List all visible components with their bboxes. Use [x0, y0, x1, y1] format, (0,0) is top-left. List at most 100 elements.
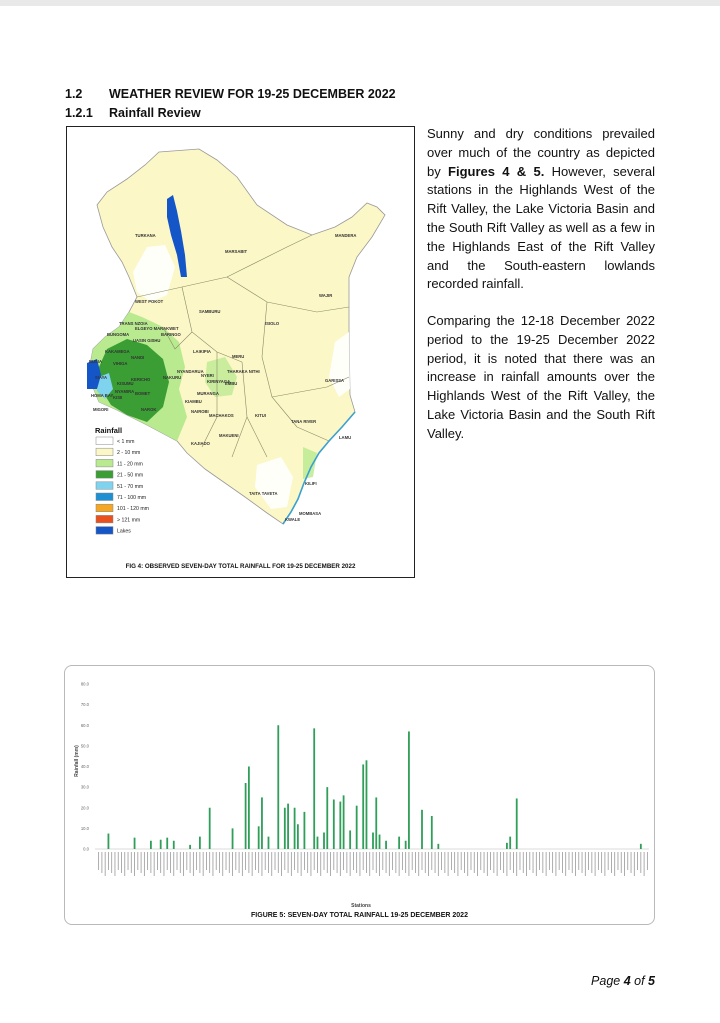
label-bungoma: BUNGOMA	[107, 332, 129, 337]
label-baringo: BARINGO	[161, 332, 182, 337]
station-label-mark	[516, 852, 518, 876]
station-label-mark	[114, 852, 116, 876]
rainfall-bar	[159, 839, 162, 849]
rainfall-bar	[430, 816, 433, 849]
station-label-mark	[248, 852, 250, 873]
label-tharaka-nithi: THARAKA NITHI	[227, 369, 260, 374]
station-label-mark	[539, 852, 540, 870]
station-label-mark	[372, 852, 374, 870]
label-makueni: MAKUENI	[219, 433, 239, 438]
rainfall-bar	[303, 811, 306, 849]
station-label-mark	[493, 852, 495, 873]
station-label-mark	[313, 852, 315, 870]
station-label-mark	[424, 852, 426, 873]
label-kajiado: KAJIADO	[191, 441, 211, 446]
station-label-mark	[382, 852, 384, 870]
rainfall-map-figure: TURKANA MANDERA MARSABIT WAJIR WEST POKO…	[66, 126, 415, 578]
rainfall-bar	[362, 764, 365, 849]
station-label-mark	[117, 852, 119, 870]
station-label-mark	[134, 852, 135, 876]
station-label-mark	[287, 852, 289, 873]
label-homa-bay: HOMA BAY	[91, 393, 113, 398]
station-label-mark	[108, 852, 109, 870]
station-label-mark	[196, 852, 198, 870]
label-laikipia: LAIKIPIA	[193, 349, 211, 354]
label-migori: MIGORI	[93, 407, 108, 412]
station-label-mark	[532, 852, 534, 873]
legend-swatch	[95, 515, 114, 524]
station-label-mark	[408, 852, 410, 876]
station-label-mark	[261, 852, 263, 876]
station-label-mark	[565, 852, 567, 876]
label-kericho: KERICHO	[131, 377, 151, 382]
rainfall-bar	[326, 787, 329, 849]
page-total: 5	[648, 974, 655, 988]
station-label-mark	[450, 852, 452, 870]
station-label-mark	[157, 852, 158, 870]
label-kisii: KISII	[113, 395, 122, 400]
station-label-mark	[326, 852, 328, 873]
station-label-mark	[121, 852, 122, 873]
label-nandi: NANDI	[131, 355, 144, 360]
rainfall-bar	[323, 832, 325, 849]
y-tick-label: 60.0	[81, 723, 90, 728]
station-label-mark	[464, 852, 465, 873]
rainfall-bar	[261, 797, 263, 849]
legend-label: 11 - 20 mm	[117, 461, 143, 467]
label-kilifi: KILIFI	[305, 481, 317, 486]
label-samburu: SAMBURU	[199, 309, 220, 314]
legend-label: < 1 mm	[117, 439, 134, 445]
station-label-mark	[268, 852, 269, 873]
station-label-mark	[513, 852, 514, 873]
legend-swatch	[95, 436, 114, 445]
y-tick-label: 70.0	[81, 702, 90, 707]
rainfall-bar	[267, 836, 270, 849]
rainfall-bar	[421, 809, 423, 849]
label-narok: NAROK	[141, 407, 156, 412]
legend-label: > 121 mm	[117, 517, 140, 523]
rainfall-bar	[398, 836, 401, 849]
station-label-mark	[176, 852, 178, 870]
legend-swatch	[95, 459, 114, 468]
rainfall-bar	[293, 807, 296, 849]
station-label-mark	[646, 852, 648, 870]
station-label-mark	[431, 852, 433, 870]
station-label-mark	[588, 852, 589, 870]
map-legend: Rainfall < 1 mm 2 - 10 mm 11 - 20 mm 21 - 5…	[95, 426, 149, 535]
label-siaya: SIAYA	[95, 375, 107, 380]
label-wajir: WAJIR	[319, 293, 332, 298]
station-label-mark	[627, 852, 629, 870]
page-prefix: Page	[591, 974, 624, 988]
station-label-mark	[349, 852, 351, 876]
rainfall-bar	[149, 840, 152, 849]
station-label-mark	[359, 852, 361, 876]
station-label-mark	[441, 852, 442, 870]
label-vihiga: VIHIGA	[113, 361, 127, 366]
station-label-mark	[499, 852, 501, 870]
legend-swatch	[95, 470, 114, 479]
station-label-mark	[251, 852, 253, 876]
station-label-mark	[418, 852, 420, 876]
station-label-mark	[630, 852, 632, 873]
legend-label: 71 - 100 mm	[117, 495, 146, 501]
station-label-mark	[375, 852, 377, 873]
rainfall-bar	[231, 828, 234, 849]
station-label-mark	[111, 852, 113, 873]
station-label-mark	[245, 852, 247, 870]
station-label-mark	[150, 852, 152, 873]
rainfall-bar	[355, 805, 358, 849]
station-label-mark	[643, 852, 645, 876]
station-label-mark	[503, 852, 505, 873]
rainfall-bar	[283, 807, 286, 849]
station-label-mark	[130, 852, 132, 873]
label-nairobi: NAIROBI	[191, 409, 209, 414]
station-label-mark	[604, 852, 606, 876]
station-label-mark	[395, 852, 397, 873]
station-label-mark	[202, 852, 204, 876]
station-label-mark	[607, 852, 609, 870]
y-tick-label: 40.0	[81, 764, 90, 769]
station-label-mark	[388, 852, 390, 876]
label-kiambu: KIAMBU	[185, 399, 202, 404]
label-nyandarua: NYANDARUA	[177, 369, 204, 374]
label-machakos: MACHAKOS	[209, 413, 234, 418]
